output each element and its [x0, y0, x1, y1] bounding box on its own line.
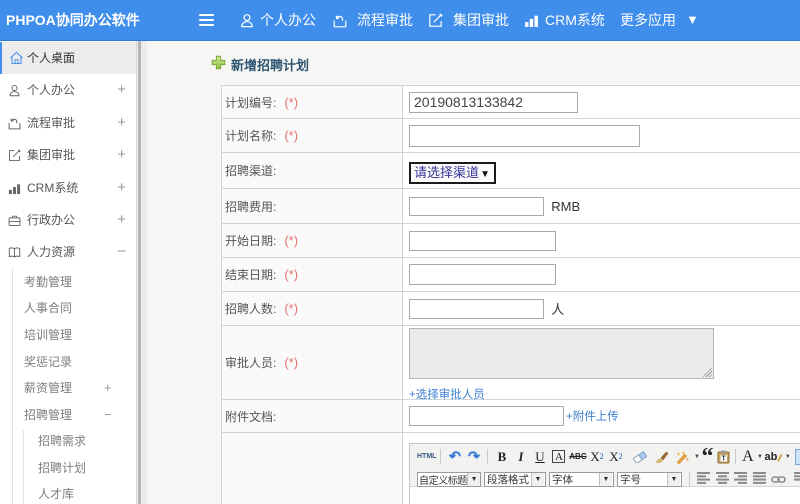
svg-text:T: T [722, 455, 727, 462]
